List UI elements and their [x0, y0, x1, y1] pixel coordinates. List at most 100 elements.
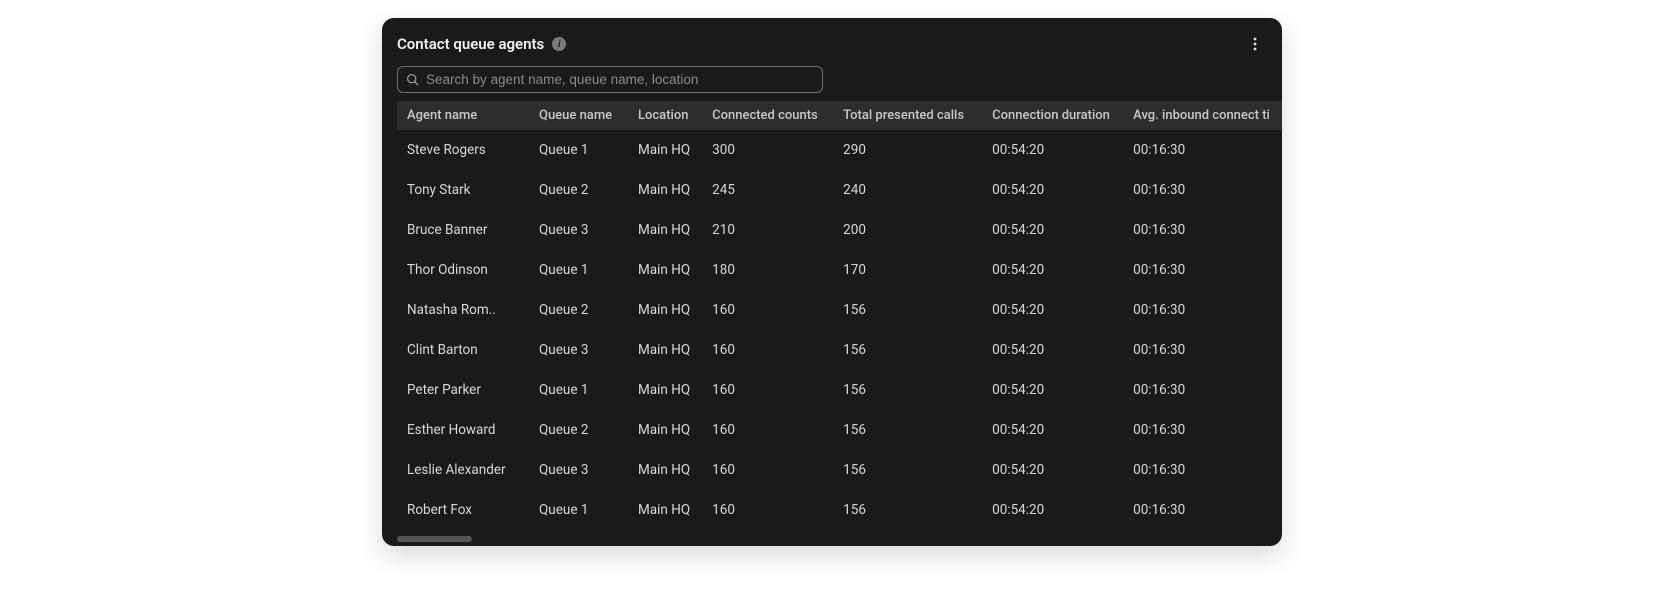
cell-total: 156 [833, 290, 982, 330]
cell-loc: Main HQ [628, 210, 702, 250]
cell-avg: 00:16:30 [1123, 410, 1282, 450]
more-options-button[interactable] [1243, 32, 1267, 56]
cell-loc: Main HQ [628, 330, 702, 370]
cell-loc: Main HQ [628, 490, 702, 530]
cell-conn: 160 [702, 490, 833, 530]
cell-agent: Thor Odinson [397, 250, 529, 290]
cell-agent: Steve Rogers [397, 130, 529, 170]
table-row[interactable]: Bruce BannerQueue 3Main HQ21020000:54:20… [397, 210, 1282, 250]
cell-agent: Robert Fox [397, 490, 529, 530]
cell-conn: 160 [702, 330, 833, 370]
search-icon [406, 73, 419, 86]
cell-avg: 00:16:30 [1123, 290, 1282, 330]
cell-total: 156 [833, 410, 982, 450]
cell-dur: 00:54:20 [982, 210, 1123, 250]
cell-agent: Leslie Alexander [397, 450, 529, 490]
cell-avg: 00:16:30 [1123, 490, 1282, 530]
search-input[interactable] [426, 72, 814, 87]
table-row[interactable]: Robert FoxQueue 1Main HQ16015600:54:2000… [397, 490, 1282, 530]
cell-agent: Bruce Banner [397, 210, 529, 250]
col-header-avg[interactable]: Avg. inbound connect ti [1123, 101, 1282, 130]
cell-dur: 00:54:20 [982, 410, 1123, 450]
cell-avg: 00:16:30 [1123, 450, 1282, 490]
cell-queue: Queue 1 [529, 490, 628, 530]
cell-loc: Main HQ [628, 450, 702, 490]
table-row[interactable]: Esther HowardQueue 2Main HQ16015600:54:2… [397, 410, 1282, 450]
cell-dur: 00:54:20 [982, 170, 1123, 210]
cell-loc: Main HQ [628, 370, 702, 410]
col-header-duration[interactable]: Connection duration [982, 101, 1123, 130]
cell-avg: 00:16:30 [1123, 210, 1282, 250]
table-scroll-region[interactable]: Agent name Queue name Location Connected… [382, 101, 1282, 531]
table-row[interactable]: Tony StarkQueue 2Main HQ24524000:54:2000… [397, 170, 1282, 210]
cell-agent: Peter Parker [397, 370, 529, 410]
search-container [382, 66, 1282, 101]
search-box[interactable] [397, 66, 823, 93]
cell-total: 240 [833, 170, 982, 210]
table-row[interactable]: Thor OdinsonQueue 1Main HQ18017000:54:20… [397, 250, 1282, 290]
cell-queue: Queue 2 [529, 170, 628, 210]
cell-queue: Queue 1 [529, 370, 628, 410]
cell-dur: 00:54:20 [982, 290, 1123, 330]
cell-total: 156 [833, 330, 982, 370]
panel-title: Contact queue agents [397, 35, 544, 53]
cell-queue: Queue 3 [529, 210, 628, 250]
cell-conn: 160 [702, 370, 833, 410]
more-vertical-icon [1247, 36, 1263, 52]
cell-total: 156 [833, 370, 982, 410]
horizontal-scrollbar[interactable] [397, 536, 1267, 542]
cell-conn: 210 [702, 210, 833, 250]
panel-header: Contact queue agents i [382, 18, 1282, 66]
cell-loc: Main HQ [628, 170, 702, 210]
col-header-total[interactable]: Total presented calls [833, 101, 982, 130]
cell-agent: Clint Barton [397, 330, 529, 370]
cell-avg: 00:16:30 [1123, 130, 1282, 170]
cell-agent: Esther Howard [397, 410, 529, 450]
cell-loc: Main HQ [628, 410, 702, 450]
cell-total: 156 [833, 490, 982, 530]
cell-queue: Queue 2 [529, 410, 628, 450]
col-header-agent[interactable]: Agent name [397, 101, 529, 130]
table-row[interactable]: Leslie AlexanderQueue 3Main HQ16015600:5… [397, 450, 1282, 490]
cell-total: 170 [833, 250, 982, 290]
cell-loc: Main HQ [628, 130, 702, 170]
cell-loc: Main HQ [628, 290, 702, 330]
cell-avg: 00:16:30 [1123, 170, 1282, 210]
cell-dur: 00:54:20 [982, 450, 1123, 490]
cell-loc: Main HQ [628, 250, 702, 290]
info-icon[interactable]: i [552, 37, 566, 51]
cell-dur: 00:54:20 [982, 250, 1123, 290]
cell-total: 156 [833, 450, 982, 490]
table-row[interactable]: Clint BartonQueue 3Main HQ16015600:54:20… [397, 330, 1282, 370]
cell-conn: 300 [702, 130, 833, 170]
cell-total: 290 [833, 130, 982, 170]
cell-agent: Natasha Rom.. [397, 290, 529, 330]
cell-queue: Queue 3 [529, 450, 628, 490]
cell-avg: 00:16:30 [1123, 250, 1282, 290]
cell-dur: 00:54:20 [982, 370, 1123, 410]
cell-conn: 245 [702, 170, 833, 210]
cell-avg: 00:16:30 [1123, 370, 1282, 410]
contact-queue-agents-panel: Contact queue agents i Agent name Qu [382, 18, 1282, 546]
cell-dur: 00:54:20 [982, 490, 1123, 530]
cell-conn: 160 [702, 290, 833, 330]
cell-dur: 00:54:20 [982, 330, 1123, 370]
table-row[interactable]: Peter ParkerQueue 1Main HQ16015600:54:20… [397, 370, 1282, 410]
table-row[interactable]: Natasha Rom..Queue 2Main HQ16015600:54:2… [397, 290, 1282, 330]
col-header-connected[interactable]: Connected counts [702, 101, 833, 130]
cell-agent: Tony Stark [397, 170, 529, 210]
cell-dur: 00:54:20 [982, 130, 1123, 170]
cell-queue: Queue 3 [529, 330, 628, 370]
cell-queue: Queue 2 [529, 290, 628, 330]
cell-total: 200 [833, 210, 982, 250]
cell-queue: Queue 1 [529, 250, 628, 290]
cell-avg: 00:16:30 [1123, 330, 1282, 370]
col-header-location[interactable]: Location [628, 101, 702, 130]
col-header-queue[interactable]: Queue name [529, 101, 628, 130]
agents-table: Agent name Queue name Location Connected… [397, 101, 1282, 530]
cell-conn: 180 [702, 250, 833, 290]
horizontal-scrollbar-thumb[interactable] [397, 536, 472, 542]
cell-conn: 160 [702, 450, 833, 490]
cell-queue: Queue 1 [529, 130, 628, 170]
table-row[interactable]: Steve RogersQueue 1Main HQ30029000:54:20… [397, 130, 1282, 170]
